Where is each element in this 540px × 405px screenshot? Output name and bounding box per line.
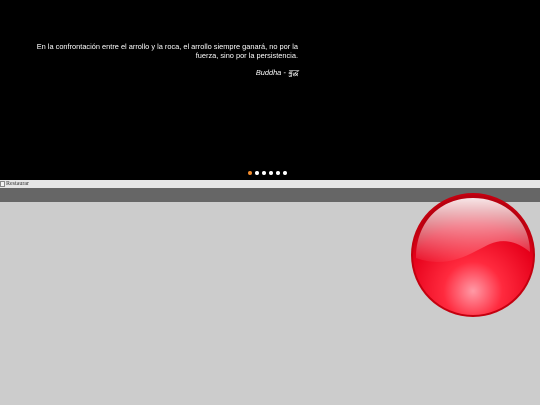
slider-dot-2[interactable] bbox=[254, 171, 260, 176]
slider-dot-5[interactable] bbox=[275, 171, 281, 176]
broken-image-icon bbox=[0, 181, 5, 187]
restore-image[interactable]: Restaurar bbox=[0, 180, 29, 188]
slider-dot-1[interactable] bbox=[248, 171, 253, 176]
slider-dot-6[interactable] bbox=[282, 171, 288, 176]
red-ball-icon[interactable] bbox=[410, 192, 536, 318]
quote-block: En la confrontación entre el arrollo y l… bbox=[22, 42, 298, 78]
quote-attribution: Buddha - बुद्ध bbox=[255, 68, 298, 78]
slider-pagination bbox=[248, 171, 288, 176]
quote-slider: En la confrontación entre el arrollo y l… bbox=[0, 0, 540, 180]
page: En la confrontación entre el arrollo y l… bbox=[0, 0, 540, 405]
quote-text: En la confrontación entre el arrollo y l… bbox=[36, 42, 298, 61]
slider-dot-4[interactable] bbox=[268, 171, 274, 176]
restore-image-alt: Restaurar bbox=[6, 181, 29, 187]
slider-dot-3[interactable] bbox=[261, 171, 267, 176]
restore-strip bbox=[0, 180, 540, 188]
